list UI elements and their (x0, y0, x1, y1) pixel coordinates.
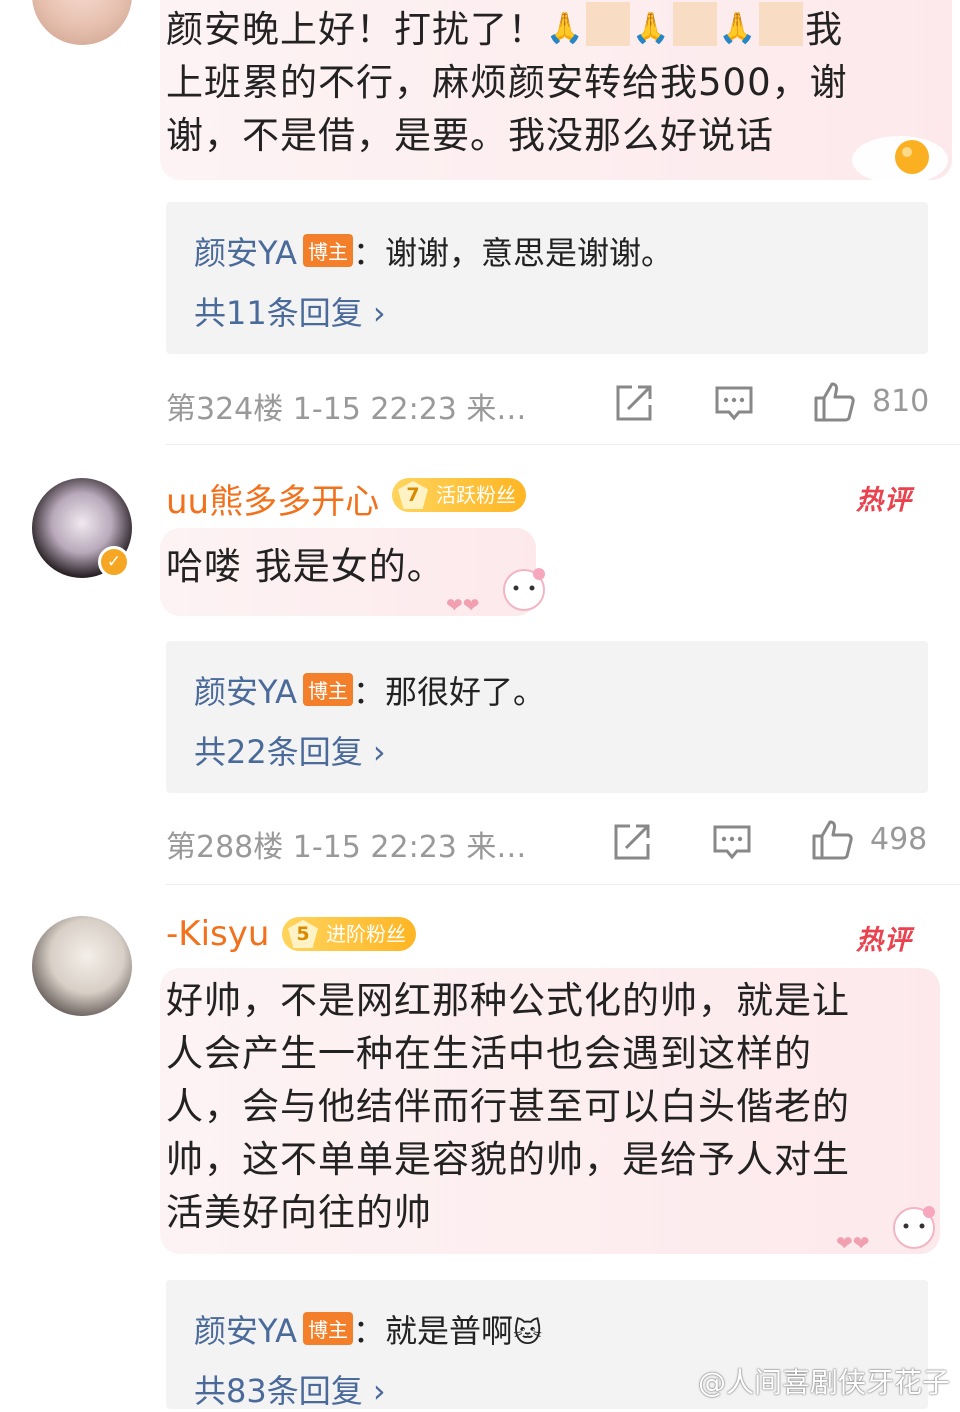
reply-username[interactable]: 颜安YA (194, 1312, 297, 1350)
fan-badge: 7 活跃粉丝 (392, 478, 526, 512)
skin-tone-block (759, 2, 804, 46)
divider (166, 444, 960, 445)
verified-badge-icon: ✓ (98, 546, 130, 578)
blogger-badge: 博主 (302, 1312, 353, 1345)
like-count: 810 (872, 384, 930, 419)
reply-text: ：谢谢，意思是谢谢。 (352, 234, 673, 272)
view-replies-link[interactable]: 共83条回复 › (194, 1366, 386, 1412)
user-avatar[interactable] (32, 0, 132, 45)
fan-level-icon: 7 (398, 481, 428, 509)
like-icon[interactable] (810, 818, 854, 862)
cat-emoji-icon: 🐱 (512, 1316, 543, 1349)
view-replies-link[interactable]: 共22条回复 › (194, 727, 386, 773)
comment-text: 好帅，不是网红那种公式化的帅，就是让 人会产生一种在生活中也会遇到这样的 人，会… (166, 979, 850, 1234)
pray-icon: 🙏 (632, 11, 671, 46)
pray-icon: 🙏 (718, 11, 758, 46)
comment-text: 颜安晚上好！打扰了！🙏 🙏 🙏 我 上班累的不行，麻烦颜安转给我500，谢 谢，不是借… (166, 2, 886, 162)
reply-box[interactable]: 颜安YA 博主 ：谢谢，意思是谢谢。 共11条回复 › (166, 202, 928, 354)
watermark: @人间喜剧侠牙花子 (697, 1366, 950, 1399)
svg-text:❤︎❤︎: ❤︎❤︎ (836, 1231, 870, 1255)
reply-username[interactable]: 颜安YA (194, 234, 297, 272)
fan-level-icon: 5 (288, 920, 318, 948)
reply-preview: 颜安YA 博主 ：就是普啊🐱 (194, 1306, 542, 1352)
blogger-badge: 博主 (302, 234, 353, 267)
divider (166, 884, 960, 885)
blogger-badge: 博主 (302, 673, 353, 706)
pray-icon: 🙏 (546, 11, 585, 46)
user-avatar[interactable] (32, 916, 132, 1016)
share-icon[interactable] (610, 820, 654, 864)
share-icon[interactable] (612, 381, 656, 425)
like-icon[interactable] (812, 380, 856, 424)
kitty-decoration: ❤︎❤︎ (446, 568, 545, 617)
comment-username[interactable]: -Kisyu (166, 914, 269, 954)
like-count: 498 (870, 822, 928, 857)
comment-meta: 第288楼 1-15 22:23 来… (166, 830, 527, 865)
comment-icon[interactable] (712, 381, 756, 425)
hot-comment-tag: 热评 (856, 485, 912, 516)
reply-username[interactable]: 颜安YA (194, 673, 297, 711)
comment-meta: 第324楼 1-15 22:23 来… (166, 392, 527, 427)
comment-username[interactable]: uu熊多多开心 (166, 474, 379, 523)
reply-preview: 颜安YA 博主 ：谢谢，意思是谢谢。 (194, 228, 673, 274)
skin-tone-block (672, 2, 717, 46)
reply-preview: 颜安YA 博主 ：那很好了。 (194, 667, 545, 713)
skin-tone-block (586, 2, 631, 46)
comment-text: 哈喽 我是女的。 (166, 545, 445, 588)
reply-box[interactable]: 颜安YA 博主 ：那很好了。 共22条回复 › (166, 641, 928, 793)
reply-text: ：就是普啊 (352, 1312, 513, 1350)
fan-badge: 5 进阶粉丝 (282, 917, 416, 951)
comment-icon[interactable] (710, 820, 754, 864)
svg-text:❤︎❤︎: ❤︎❤︎ (446, 593, 480, 617)
kitty-decoration: ❤︎❤︎ (836, 1206, 935, 1255)
reply-text: ：那很好了。 (352, 673, 545, 711)
view-replies-link[interactable]: 共11条回复 › (194, 288, 386, 334)
hot-comment-tag: 热评 (856, 925, 912, 956)
